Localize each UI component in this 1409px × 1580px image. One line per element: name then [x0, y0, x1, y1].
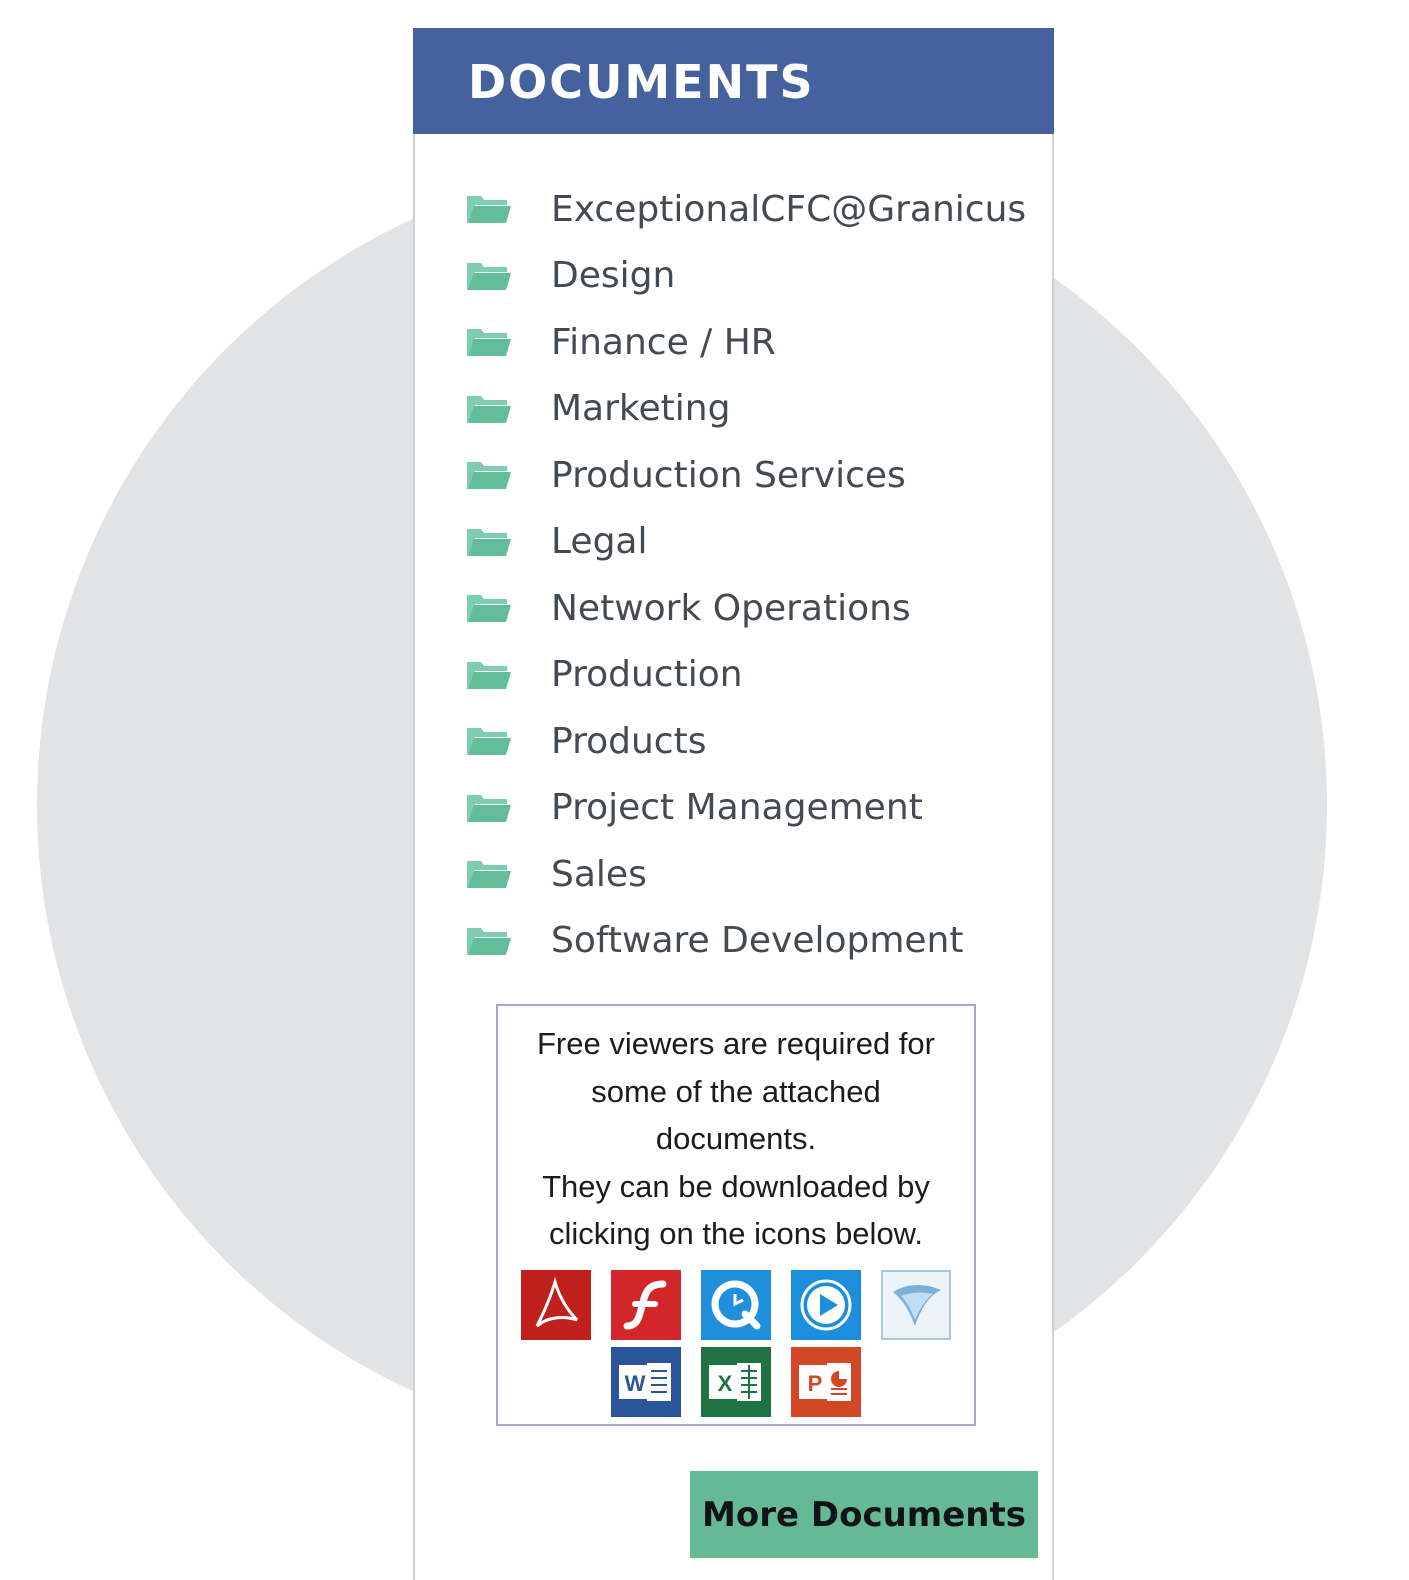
folder-label: Design	[551, 255, 676, 297]
panel-title: DOCUMENTS	[468, 55, 815, 109]
free-viewers-line: documents.	[655, 1121, 817, 1156]
panel-header: DOCUMENTS	[413, 28, 1054, 134]
excel-viewer-icon[interactable]: X	[701, 1347, 771, 1417]
folder-item[interactable]: Design	[465, 243, 1026, 310]
free-viewers-line: They can be downloaded by	[542, 1168, 930, 1204]
folder-open-icon	[467, 927, 511, 955]
folder-item[interactable]: Products	[465, 708, 1026, 775]
folder-item[interactable]: Production	[465, 642, 1026, 709]
documents-panel: DOCUMENTS ExceptionalCFC@Granicus Design…	[413, 28, 1054, 1580]
flash-player-icon[interactable]	[611, 1270, 681, 1340]
svg-text:W: W	[625, 1371, 646, 1396]
folder-item[interactable]: Marketing	[465, 376, 1026, 443]
folder-open-icon	[467, 661, 511, 689]
viewer-icons-row: W X P	[498, 1347, 974, 1417]
free-viewers-line: clicking on the icons below.	[549, 1216, 923, 1251]
folder-label: Project Management	[551, 787, 923, 829]
folder-label: Products	[551, 720, 707, 762]
folder-label: Production Services	[551, 454, 906, 496]
free-viewers-line: some of the attached	[591, 1073, 881, 1109]
folder-item[interactable]: Sales	[465, 841, 1026, 908]
svg-text:X: X	[718, 1371, 733, 1396]
adobe-reader-icon[interactable]	[521, 1270, 591, 1340]
folder-open-icon	[467, 728, 511, 756]
folder-open-icon	[467, 262, 511, 290]
free-viewers-box: Free viewers are required for some of th…	[496, 1004, 976, 1426]
windows-media-player-icon[interactable]	[791, 1270, 861, 1340]
folder-label: Production	[551, 654, 743, 696]
viewer-icons-row	[498, 1270, 974, 1340]
folder-open-icon	[467, 528, 511, 556]
folder-label: Marketing	[551, 388, 731, 430]
more-documents-button[interactable]: More Documents	[690, 1471, 1038, 1558]
free-viewers-text: Free viewers are required for some of th…	[498, 1020, 974, 1258]
folder-label: ExceptionalCFC@Granicus	[551, 188, 1027, 230]
folder-item[interactable]: Legal	[465, 509, 1026, 576]
svg-text:P: P	[808, 1371, 823, 1396]
folder-item[interactable]: Production Services	[465, 442, 1026, 509]
silverlight-icon[interactable]	[881, 1270, 951, 1340]
powerpoint-viewer-icon[interactable]: P	[791, 1347, 861, 1417]
folder-item[interactable]: Software Development	[465, 908, 1026, 975]
folder-open-icon	[467, 595, 511, 623]
folder-item[interactable]: Network Operations	[465, 575, 1026, 642]
folder-open-icon	[467, 196, 511, 224]
folder-list: ExceptionalCFC@Granicus Design Finance /…	[465, 176, 1026, 974]
folder-label: Sales	[551, 853, 647, 895]
folder-open-icon	[467, 395, 511, 423]
free-viewers-line: Free viewers are required for	[537, 1026, 935, 1061]
folder-open-icon	[467, 861, 511, 889]
folder-open-icon	[467, 329, 511, 357]
quicktime-icon[interactable]	[701, 1270, 771, 1340]
folder-item[interactable]: ExceptionalCFC@Granicus	[465, 176, 1026, 243]
folder-label: Legal	[551, 521, 648, 563]
folder-item[interactable]: Project Management	[465, 775, 1026, 842]
folder-item[interactable]: Finance / HR	[465, 309, 1026, 376]
word-viewer-icon[interactable]: W	[611, 1347, 681, 1417]
folder-label: Software Development	[551, 920, 964, 962]
folder-open-icon	[467, 794, 511, 822]
folder-open-icon	[467, 462, 511, 490]
folder-label: Finance / HR	[551, 321, 776, 363]
page: DOCUMENTS ExceptionalCFC@Granicus Design…	[0, 0, 1409, 1580]
folder-label: Network Operations	[551, 587, 911, 629]
